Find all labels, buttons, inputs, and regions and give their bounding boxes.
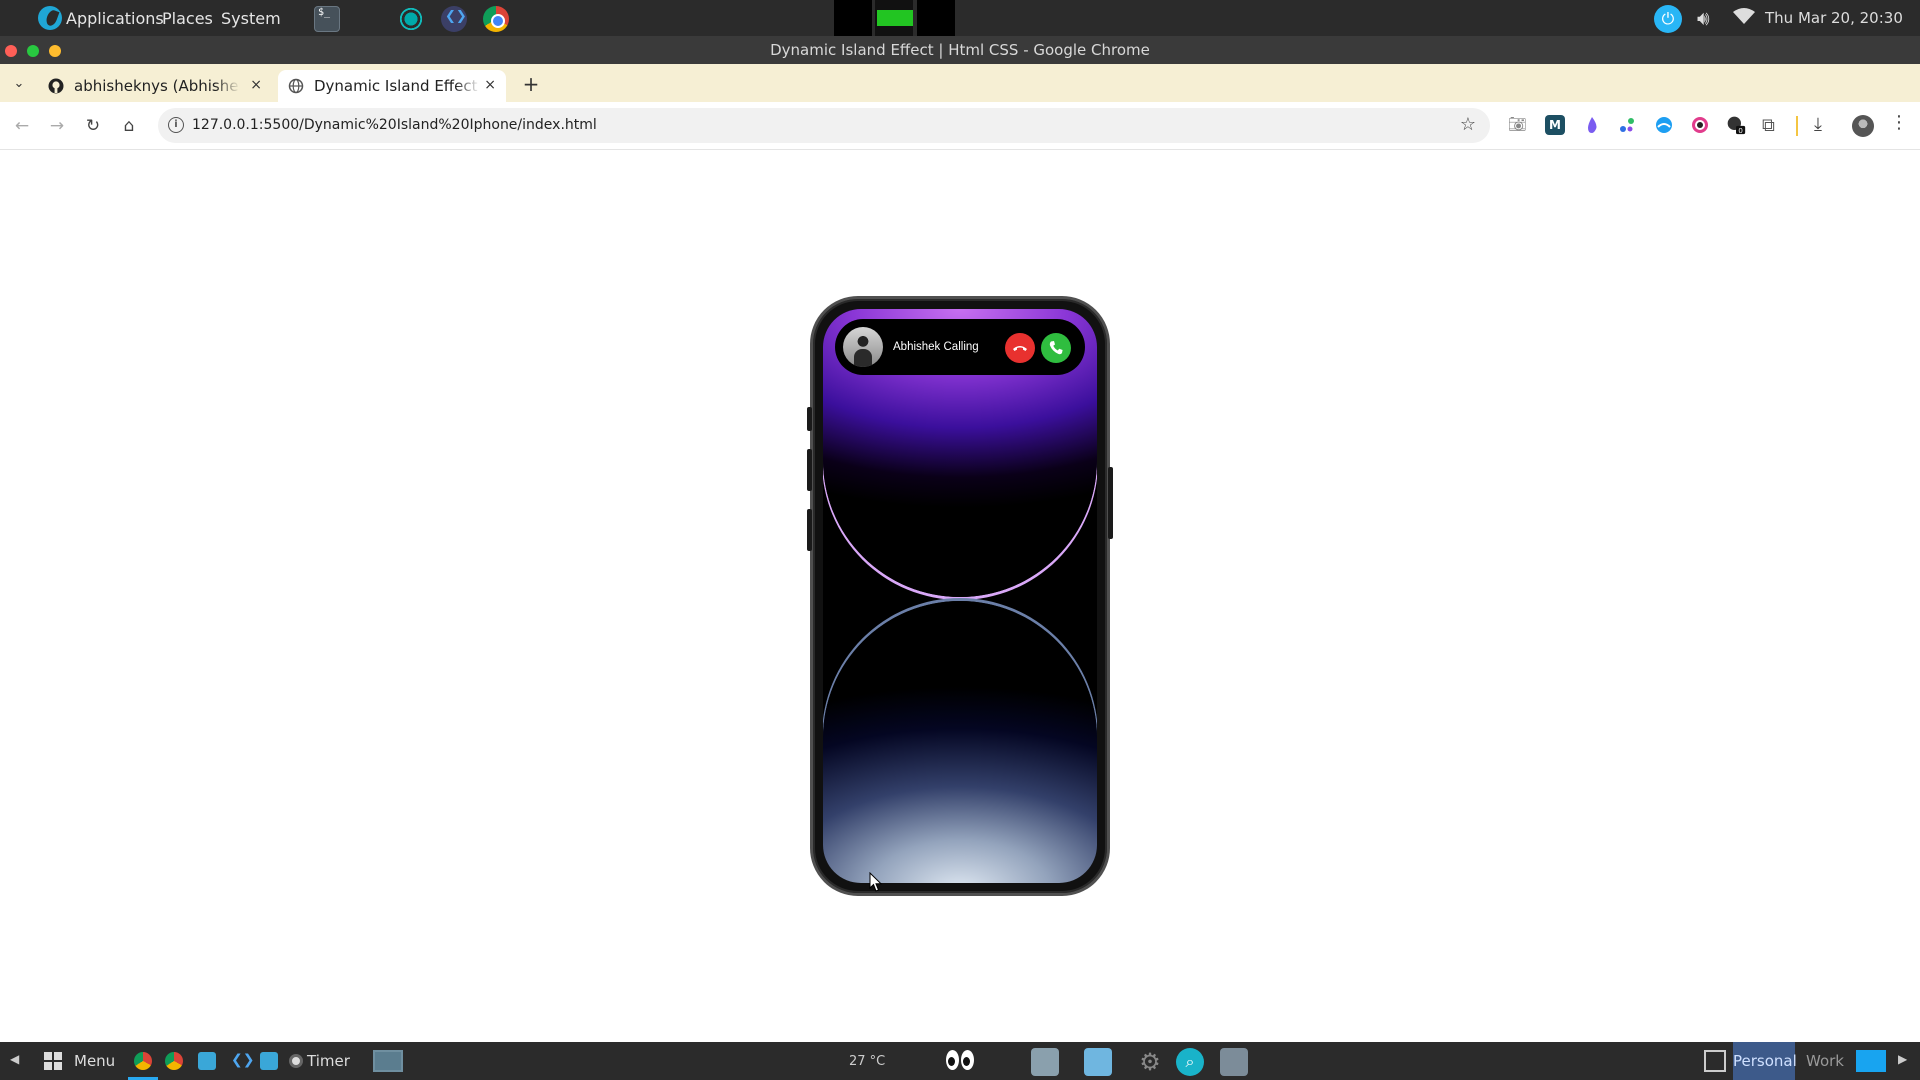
vscode-icon[interactable]: [441, 6, 467, 32]
screenshot-icon[interactable]: [398, 6, 424, 32]
url-text[interactable]: 127.0.0.1:5500/Dynamic%20Island%20Iphone…: [192, 108, 597, 143]
site-info-icon[interactable]: i: [168, 117, 184, 133]
window-close-button[interactable]: [5, 45, 17, 57]
phone-volume-up: [807, 449, 812, 491]
new-tab-button[interactable]: +: [520, 73, 542, 95]
tab-close-icon[interactable]: ×: [250, 77, 262, 93]
forward-button[interactable]: →: [45, 114, 69, 138]
window-minimize-button[interactable]: [49, 45, 61, 57]
tab-github[interactable]: abhisheknys (Abhishek P ×: [38, 70, 272, 102]
github-icon: [48, 78, 64, 94]
volume-icon[interactable]: 🔊︎: [1697, 6, 1710, 30]
taskbar-chrome-icon-2[interactable]: [165, 1052, 183, 1070]
dynamic-island[interactable]: Abhishek Calling: [835, 319, 1085, 375]
address-bar[interactable]: i 127.0.0.1:5500/Dynamic%20Island%20Ipho…: [158, 108, 1490, 143]
tab-strip: ⌄ abhisheknys (Abhishek P × Dynamic Isla…: [0, 64, 1920, 102]
taskbar-files-icon[interactable]: [198, 1052, 216, 1070]
workspace-preview-3[interactable]: [917, 0, 955, 36]
settings-gear-icon[interactable]: ⚙: [1136, 1048, 1164, 1076]
home-button[interactable]: ⌂: [117, 114, 141, 138]
badge-extension-icon[interactable]: 0: [1726, 115, 1746, 135]
xeyes-icon: [946, 1050, 976, 1072]
taskbar-chrome-icon[interactable]: [134, 1052, 152, 1070]
taskbar-tool-icon-1[interactable]: [1031, 1048, 1059, 1076]
clock[interactable]: Thu Mar 20, 20:30: [1765, 0, 1903, 36]
extension-badge-count: 0: [1738, 126, 1742, 135]
back-button[interactable]: ←: [10, 114, 34, 138]
terminal-icon[interactable]: [314, 6, 340, 32]
trash-icon[interactable]: [1220, 1048, 1248, 1076]
start-menu-icon[interactable]: [44, 1052, 62, 1070]
decline-call-button[interactable]: [1005, 333, 1035, 363]
ring-extension-icon[interactable]: [1690, 115, 1710, 135]
taskbar-tool-icon-2[interactable]: [1084, 1048, 1112, 1076]
extensions-puzzle-icon[interactable]: ⧉: [1762, 115, 1782, 136]
power-icon[interactable]: ⏻: [1654, 5, 1682, 33]
download-icon[interactable]: ⤓: [1814, 114, 1822, 135]
taskbar-right-arrow-icon[interactable]: ▶: [1898, 1052, 1907, 1066]
window-maximize-button[interactable]: [27, 45, 39, 57]
wallpaper-bottom-silver: [823, 601, 1097, 883]
chrome-menu-icon[interactable]: ⋮: [1890, 112, 1908, 133]
search-icon[interactable]: ⌕: [1176, 1048, 1204, 1076]
phone-mute-switch: [807, 407, 812, 431]
profile-avatar[interactable]: [1852, 115, 1874, 137]
workspace-work[interactable]: Work: [1800, 1042, 1850, 1080]
accept-call-button[interactable]: [1041, 333, 1071, 363]
timer-label[interactable]: Timer: [307, 1042, 350, 1080]
taskbar-files-icon-2[interactable]: [260, 1052, 278, 1070]
dots-extension-icon[interactable]: [1617, 115, 1637, 135]
window-title: Dynamic Island Effect | Html CSS - Googl…: [770, 41, 1150, 59]
workspace-personal[interactable]: Personal: [1733, 1042, 1797, 1080]
tab-dynamic-island[interactable]: Dynamic Island Effect | H ×: [278, 70, 506, 102]
weather-readout[interactable]: 27 °C: [849, 1054, 885, 1069]
drop-extension-icon[interactable]: [1582, 115, 1602, 135]
phone-power-button: [1108, 467, 1113, 539]
workspace-preview-2[interactable]: [875, 0, 913, 36]
phone-screen: Abhishek Calling: [823, 309, 1097, 883]
workspace-switcher-icon[interactable]: [1704, 1050, 1726, 1072]
right-eye-icon: [961, 1050, 974, 1070]
phone-icon: [1049, 341, 1063, 355]
page-viewport: Abhishek Calling: [0, 150, 1920, 1042]
globe-icon: [288, 78, 304, 94]
iphone-mockup: Abhishek Calling: [807, 296, 1113, 896]
timer-icon[interactable]: [289, 1054, 303, 1068]
mouse-pointer-icon: [869, 872, 883, 892]
bookmark-star-icon[interactable]: ☆: [1460, 114, 1476, 135]
caller-avatar: [843, 327, 883, 367]
taskbar-left-arrow-icon[interactable]: ◀: [10, 1052, 19, 1066]
caller-label: Abhishek Calling: [893, 341, 979, 353]
chrome-icon[interactable]: [483, 6, 509, 32]
show-desktop-button[interactable]: [1856, 1050, 1886, 1072]
tab-title: abhisheknys (Abhishek P: [74, 77, 240, 95]
workspace-preview-1[interactable]: [834, 0, 872, 36]
reload-button[interactable]: ↻: [81, 114, 105, 138]
taskbar-vscode-icon[interactable]: ❮❯: [231, 1052, 254, 1070]
window-titlebar: Dynamic Island Effect | Html CSS - Googl…: [0, 36, 1920, 64]
places-menu[interactable]: Places: [162, 0, 213, 36]
swirl-extension-icon[interactable]: [1654, 115, 1674, 135]
left-eye-icon: [946, 1050, 959, 1070]
tab-search-button[interactable]: ⌄: [8, 73, 30, 95]
browser-toolbar: ← → ↻ ⌂ i 127.0.0.1:5500/Dynamic%20Islan…: [0, 102, 1920, 150]
top-system-panel: Applications Places System ⏻ 🔊︎ Thu Mar …: [0, 0, 1920, 36]
taskbar-window-thumbnail[interactable]: [373, 1050, 403, 1072]
toolbar-divider: [1796, 116, 1798, 136]
m-extension-icon[interactable]: M: [1545, 115, 1565, 135]
camera-extension-icon[interactable]: 📷︎: [1508, 115, 1528, 135]
distro-logo-icon[interactable]: [38, 6, 62, 30]
wifi-icon[interactable]: [1733, 7, 1755, 25]
phone-volume-down: [807, 509, 812, 551]
applications-menu[interactable]: Applications: [66, 0, 164, 36]
system-menu[interactable]: System: [221, 0, 281, 36]
start-menu-label[interactable]: Menu: [74, 1042, 115, 1080]
tab-title: Dynamic Island Effect | H: [314, 77, 480, 95]
bottom-taskbar: ◀ Menu ❮❯ Timer 27 °C ⚙ ⌕ Personal Work …: [0, 1042, 1920, 1080]
hang-up-icon: [1013, 346, 1027, 351]
tab-close-icon[interactable]: ×: [484, 77, 496, 93]
